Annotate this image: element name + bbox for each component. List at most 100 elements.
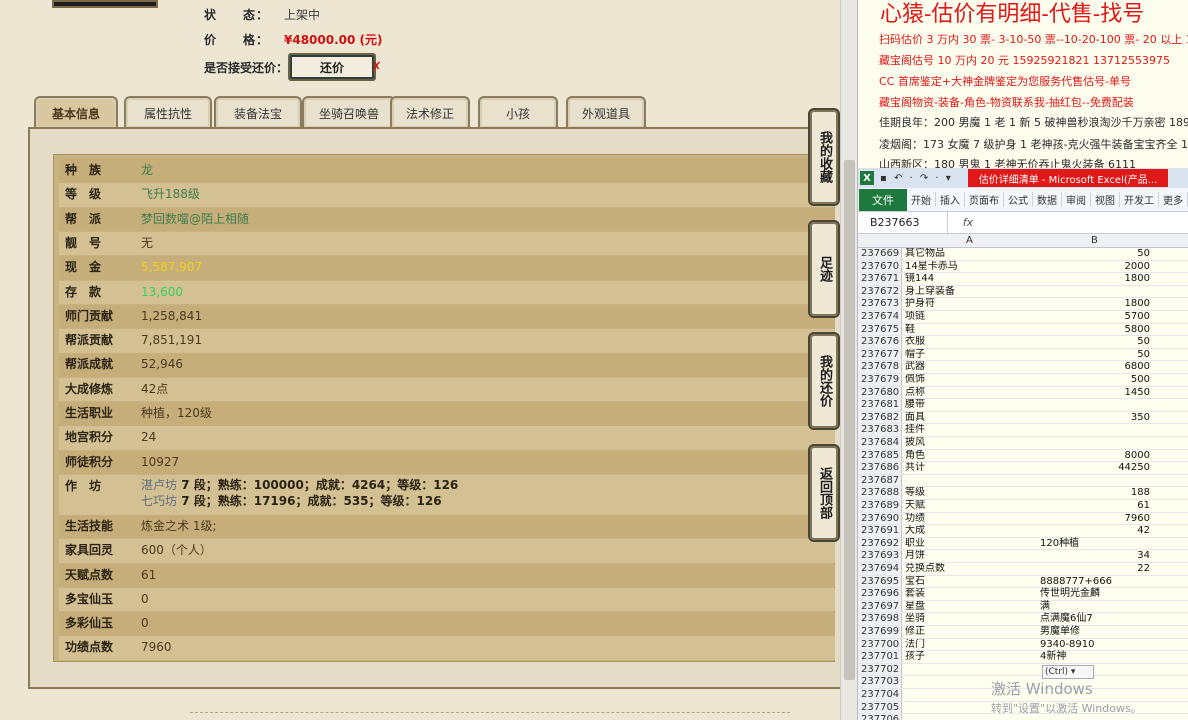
row-number[interactable]: 237703	[858, 676, 902, 688]
cell-a[interactable]: 共计	[905, 462, 1040, 475]
cell-b[interactable]: 点满魔6仙7	[1040, 613, 1150, 626]
ribbon-tab-home[interactable]: 开始	[907, 192, 936, 207]
cell-a[interactable]: 挂件	[905, 424, 1040, 437]
column-header-b[interactable]: B	[1091, 235, 1098, 246]
cell-a[interactable]: 坐骑	[905, 613, 1040, 626]
row-number[interactable]: 237693	[858, 550, 902, 562]
cell-b[interactable]: 44250	[1040, 462, 1150, 475]
cell-a[interactable]: 鞋	[905, 324, 1040, 337]
back-to-top-button[interactable]: 返回顶部	[808, 444, 840, 542]
cell-b[interactable]: 22	[1040, 563, 1150, 576]
row-number[interactable]: 237697	[858, 600, 902, 613]
cell-b[interactable]: 500	[1040, 374, 1150, 387]
row-number[interactable]: 237673	[858, 298, 902, 310]
cell-b[interactable]: 传世明光金麟	[1040, 588, 1150, 601]
ribbon-tab-review[interactable]: 审阅	[1062, 192, 1091, 207]
cell-a[interactable]: 点称	[905, 387, 1040, 400]
cell-b[interactable]: 男魔单修	[1040, 626, 1150, 639]
row-number[interactable]: 237683	[858, 424, 902, 436]
cell-b[interactable]: 6800	[1040, 361, 1150, 374]
bargain-button[interactable]: 还价	[288, 53, 376, 81]
cell-a[interactable]: 腰带	[905, 399, 1040, 412]
ribbon-tab-data[interactable]: 数据	[1033, 192, 1062, 207]
row-number[interactable]: 237680	[858, 386, 902, 399]
cell-b[interactable]: 50	[1040, 336, 1150, 349]
name-box[interactable]: B237663	[858, 212, 948, 233]
cell-a[interactable]: 职业	[905, 538, 1040, 551]
footprint-button[interactable]: 足迹	[808, 220, 840, 318]
cell-a[interactable]: 等级	[905, 487, 1040, 500]
tab-attributes[interactable]: 属性抗性	[124, 96, 212, 128]
row-number[interactable]: 237679	[858, 374, 902, 386]
cell-a[interactable]: 项链	[905, 311, 1040, 324]
cell-a[interactable]: 套装	[905, 588, 1040, 601]
row-number[interactable]: 237686	[858, 462, 902, 474]
cell-a[interactable]: 修正	[905, 626, 1040, 639]
row-number[interactable]: 237692	[858, 537, 902, 550]
cell-a[interactable]: 帽子	[905, 349, 1040, 362]
cell-a[interactable]: 星盘	[905, 601, 1040, 614]
cell-b[interactable]: 350	[1040, 412, 1150, 425]
tab-equipment[interactable]: 装备法宝	[214, 96, 302, 128]
cell-a[interactable]: 角色	[905, 450, 1040, 463]
cell-a[interactable]: 其它物品	[905, 248, 1040, 261]
row-number[interactable]: 237704	[858, 689, 902, 701]
paste-options-button[interactable]: (Ctrl) ▾	[1042, 665, 1094, 679]
row-number[interactable]: 237687	[858, 474, 902, 487]
row-number[interactable]: 237677	[858, 348, 902, 361]
ribbon-tab-view[interactable]: 视图	[1091, 192, 1120, 207]
row-number[interactable]: 237682	[858, 411, 902, 424]
row-number[interactable]: 237701	[858, 651, 902, 663]
row-number[interactable]: 237696	[858, 588, 902, 600]
row-number[interactable]: 237671	[858, 273, 902, 285]
row-number[interactable]: 237685	[858, 449, 902, 462]
cell-a[interactable]: 法门	[905, 639, 1040, 652]
cell-a[interactable]: 护身符	[905, 298, 1040, 311]
row-number[interactable]: 237698	[858, 613, 902, 625]
row-number[interactable]: 237706	[858, 714, 902, 720]
cell-a[interactable]: 月饼	[905, 550, 1040, 563]
row-number[interactable]: 237678	[858, 361, 902, 373]
cell-b[interactable]: 50	[1040, 349, 1150, 362]
file-tab[interactable]: 文件	[859, 188, 907, 211]
cell-b[interactable]: 1800	[1040, 273, 1150, 286]
cell-a[interactable]: 天赋	[905, 500, 1040, 513]
row-number[interactable]: 237694	[858, 563, 902, 575]
row-number[interactable]: 237681	[858, 399, 902, 411]
cell-b[interactable]: 50	[1040, 248, 1150, 261]
row-number[interactable]: 237702	[858, 663, 902, 676]
my-bargains-button[interactable]: 我的还价	[808, 332, 840, 430]
cell-a[interactable]: 孩子	[905, 651, 1040, 664]
ribbon-tab-developer[interactable]: 开发工	[1120, 192, 1159, 207]
row-number[interactable]: 237691	[858, 525, 902, 537]
tab-mounts-pets[interactable]: 坐骑召唤兽	[302, 96, 396, 128]
cell-a[interactable]: 面具	[905, 412, 1040, 425]
cell-b[interactable]: 4新神	[1040, 651, 1150, 664]
row-number[interactable]: 237669	[858, 248, 902, 260]
ribbon-tab-formulas[interactable]: 公式	[1004, 192, 1033, 207]
cell-b[interactable]: 1450	[1040, 387, 1150, 400]
ribbon-tab-insert[interactable]: 插入	[936, 192, 965, 207]
fx-icon[interactable]: fx	[948, 216, 988, 229]
cell-b[interactable]: 1800	[1040, 298, 1150, 311]
cell-b[interactable]: 5700	[1040, 311, 1150, 324]
column-header-a[interactable]: A	[966, 235, 973, 246]
cell-b[interactable]: 8000	[1040, 450, 1150, 463]
row-number[interactable]: 237690	[858, 512, 902, 525]
row-number[interactable]: 237675	[858, 323, 902, 336]
row-number[interactable]: 237676	[858, 336, 902, 348]
cell-a[interactable]: 镜144	[905, 273, 1040, 286]
row-number[interactable]: 237672	[858, 285, 902, 298]
tab-children[interactable]: 小孩	[478, 96, 558, 128]
cell-b[interactable]: 9340-8910	[1040, 639, 1150, 652]
ribbon-tab-page-layout[interactable]: 页面布	[965, 192, 1004, 207]
row-number[interactable]: 237700	[858, 638, 902, 651]
ribbon-tab-more[interactable]: 更多	[1159, 192, 1188, 207]
cell-b[interactable]: 34	[1040, 550, 1150, 563]
cell-b[interactable]: 120种植	[1040, 538, 1150, 551]
row-number[interactable]: 237695	[858, 575, 902, 588]
cell-a[interactable]: 功绩	[905, 513, 1040, 526]
cell-b[interactable]: 7960	[1040, 513, 1150, 526]
cell-a[interactable]: 身上穿装备	[905, 286, 1040, 299]
cell-b[interactable]: 2000	[1040, 261, 1150, 274]
